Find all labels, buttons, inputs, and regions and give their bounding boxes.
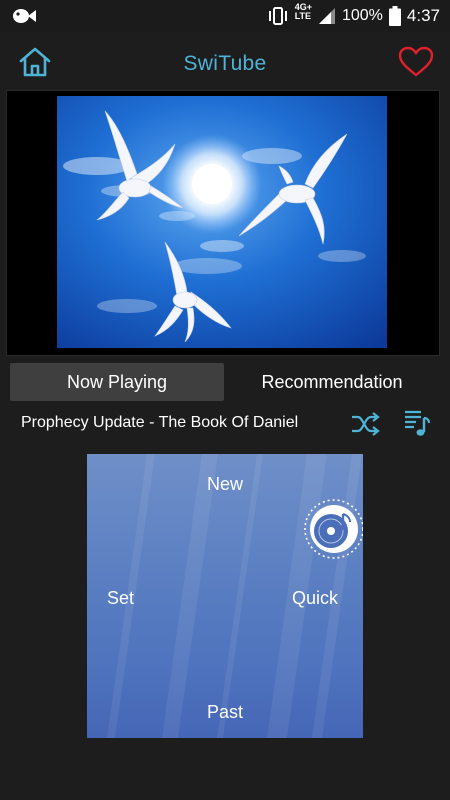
app-screen: 4G+ LTE 100% 4:37 SwiTube Now Playing Re… xyxy=(0,0,450,800)
app-bar: SwiTube xyxy=(0,32,450,90)
past-option[interactable]: Past xyxy=(87,702,363,723)
playlist-icon[interactable] xyxy=(403,408,431,438)
app-fish-icon xyxy=(13,9,36,23)
tab-now-playing[interactable]: Now Playing xyxy=(10,363,224,401)
panel-streak xyxy=(217,454,263,738)
tab-recommendation[interactable]: Recommendation xyxy=(224,363,440,401)
navigation-panel: New Set Quick Past xyxy=(87,454,363,738)
status-left xyxy=(12,7,38,25)
tab-bar: Now Playing Recommendation xyxy=(10,363,440,401)
battery-icon xyxy=(388,6,401,26)
status-bar: 4G+ LTE 100% 4:37 xyxy=(0,0,450,32)
panel-streak xyxy=(162,454,218,738)
video-thumbnail[interactable] xyxy=(57,96,387,348)
app-title: SwiTube xyxy=(183,52,267,75)
music-disc-icon[interactable] xyxy=(303,498,363,560)
set-option[interactable]: Set xyxy=(107,588,134,609)
song-title: Prophecy Update - The Book Of Daniel xyxy=(21,414,299,431)
video-player[interactable] xyxy=(6,90,440,356)
status-right: 4G+ LTE 100% 4:37 xyxy=(267,0,440,32)
battery-percent: 100% xyxy=(341,7,383,24)
quick-option[interactable]: Quick xyxy=(292,588,338,609)
network-badge: 4G+ LTE xyxy=(295,3,312,21)
shuffle-icon[interactable] xyxy=(350,411,380,437)
now-playing-row: Prophecy Update - The Book Of Daniel xyxy=(0,403,450,443)
network-badge-bottom: LTE xyxy=(294,11,312,21)
clock: 4:37 xyxy=(406,6,440,25)
vibrate-icon xyxy=(268,7,287,25)
new-option[interactable]: New xyxy=(87,474,363,495)
signal-icon xyxy=(318,8,335,24)
heart-icon[interactable] xyxy=(398,46,434,78)
